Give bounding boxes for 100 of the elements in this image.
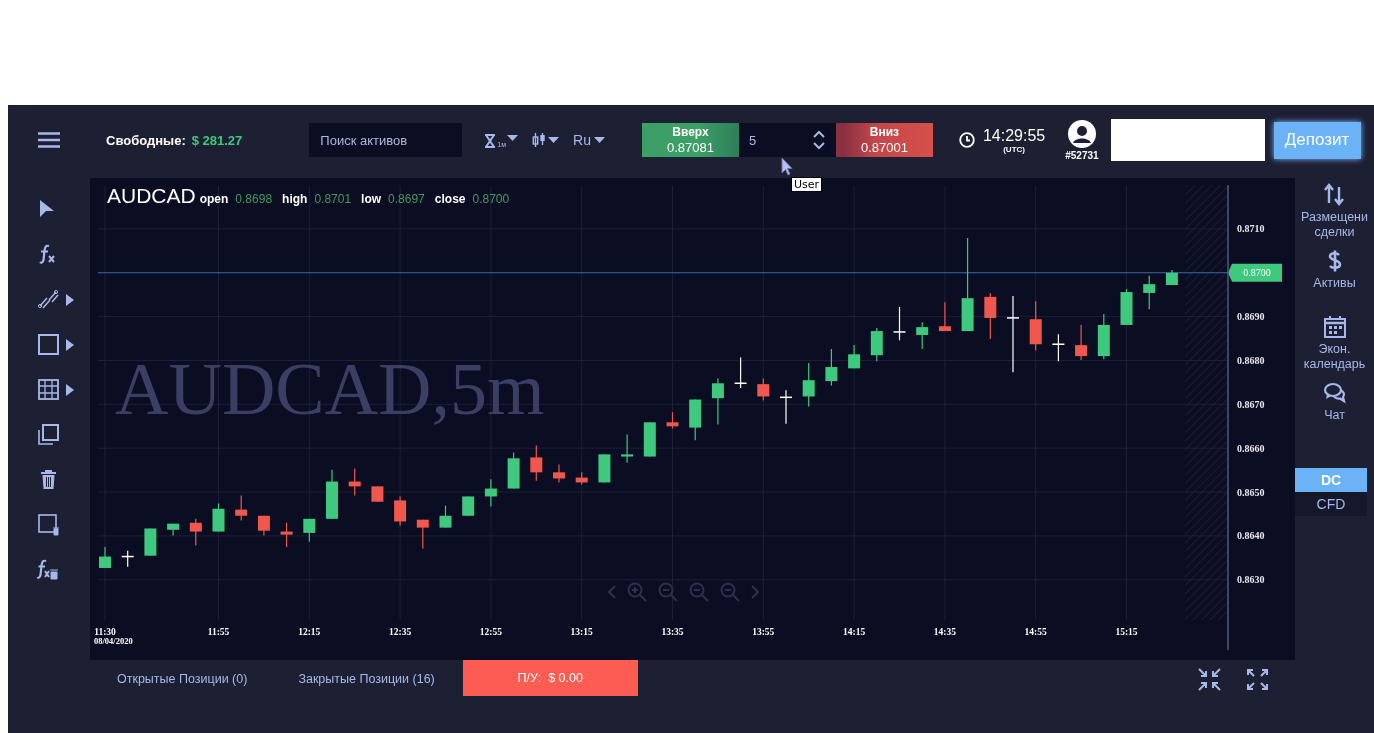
function-trash-icon[interactable] [37,558,60,581]
submenu-arrow-icon[interactable] [66,383,74,396]
timezone-label: (UTC) [1003,144,1025,154]
watermark-text: AUDCAD,5m [115,348,545,430]
menu-icon[interactable] [38,132,60,148]
line-tool-icon[interactable] [37,288,60,311]
calendar-icon[interactable] [1322,315,1347,339]
ref-line-label: 0.8700 [1243,267,1271,279]
candlestick [507,452,520,490]
time-label: 11:30 [94,627,116,637]
pnl-label: П/У: [517,671,542,685]
candlestick [416,519,429,550]
search-field[interactable]: Поиск активов [309,123,463,157]
balance-label: Свободные: [106,132,186,148]
language-dropdown[interactable]: Ru [573,132,605,148]
candlestick [189,518,202,547]
candlestick [1143,275,1156,310]
candlestick [621,434,634,464]
candlestick [257,515,270,537]
positions-tab[interactable]: Закрытые Позиции (16) [298,660,435,697]
ohlc-value: 0.8697 [388,192,425,206]
candlestick [462,495,475,517]
date-label: 08/04/2020 [94,636,133,646]
sidebar-item[interactable]: Активы [1298,276,1371,291]
candlestick [870,327,883,362]
candlestick [99,546,111,569]
candlestick [235,494,248,522]
candlestick [848,344,861,369]
chat-icon[interactable] [1322,381,1347,405]
down-button[interactable]: Вниз 0.87001 [835,123,933,157]
candlestick [598,453,611,484]
rectangle-icon[interactable] [37,333,60,356]
candlestick [167,523,180,537]
candlestick [689,398,702,441]
time-label: 13:35 [661,627,684,637]
candlestick [553,463,565,484]
arrows-updown-icon[interactable] [1322,183,1347,207]
candlestick [711,377,724,426]
candlestick [1097,313,1110,360]
submenu-arrow-icon[interactable] [66,338,74,351]
candlestick [303,518,316,543]
avatar-icon[interactable] [1067,119,1096,148]
sidebar-item[interactable]: Чат [1298,408,1371,423]
square-trash-icon[interactable] [37,513,60,536]
caret-icon[interactable] [548,136,560,144]
ohlc-value: 0.8701 [314,192,352,206]
sidebar-item[interactable]: Размещени сделки [1298,210,1371,240]
candlestick-icon[interactable] [532,132,547,148]
candlestick [780,389,792,425]
submenu-arrow-icon[interactable] [66,293,74,306]
ohlc-value: 0.8698 [235,192,273,206]
time-label: 12:15 [298,627,321,637]
candlestick [121,550,134,568]
candlestick [1052,333,1065,362]
time-label: 12:55 [479,627,502,637]
time-label: 11:55 [207,627,230,637]
price-label: 0.8670 [1237,398,1265,410]
candlestick [1120,288,1133,326]
candlestick [530,444,543,482]
symbol-title: AUDCAD [107,184,196,208]
ohlc-label: close [434,192,466,206]
candlestick [439,505,452,529]
hourglass-icon[interactable] [484,134,497,148]
positions-tab[interactable]: Открытые Позиции (0) [117,660,248,697]
collapse-icon[interactable] [1197,668,1221,691]
ohlc-label: high [282,192,308,206]
mode-tab[interactable]: CFD [1295,492,1367,516]
time-label: 15:15 [1115,627,1138,637]
price-label: 0.8710 [1237,223,1265,235]
candlestick [371,485,384,503]
candlestick [916,321,929,350]
time-label: 14:35 [933,627,956,637]
grid-icon[interactable] [37,378,60,401]
server-time: 14:29:55 [982,126,1046,145]
caret-icon [593,136,605,144]
candlestick [212,502,225,533]
price-label: 0.8630 [1237,574,1265,586]
sidebar-item[interactable]: Экон. календарь [1298,342,1371,372]
stepper-icon[interactable] [811,130,826,150]
price-label: 0.8660 [1237,442,1265,454]
price-label: 0.8680 [1237,354,1265,366]
candlestick [575,471,588,486]
copy-icon[interactable] [37,423,60,446]
clock-icon [958,132,975,148]
candlestick [643,421,656,458]
price-label: 0.8650 [1237,486,1265,498]
candlestick [666,411,679,430]
time-label: 13:55 [752,627,775,637]
candlestick [348,467,361,497]
pnl-value: $ 0.00 [548,671,583,685]
price-label: 0.8690 [1237,311,1265,323]
amount-field[interactable]: 5 [738,123,836,157]
time-label: 12:35 [389,627,412,637]
price-label: 0.8640 [1237,530,1265,542]
tooltip: User [791,177,823,192]
ohlc-label: open [199,192,229,206]
account-number: #52731 [1065,149,1099,161]
expand-icon[interactable] [1245,668,1269,691]
balance-value: $ 281.27 [191,132,243,148]
candlestick [1075,324,1088,361]
